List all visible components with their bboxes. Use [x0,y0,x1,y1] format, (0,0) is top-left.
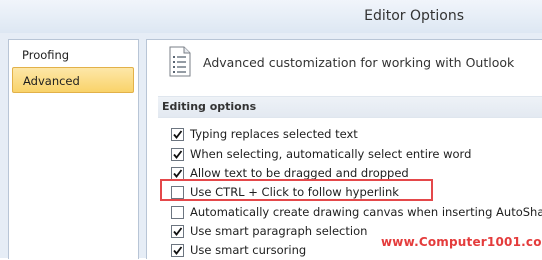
option-label: Automatically create drawing canvas when… [190,205,542,219]
window-title: Editor Options [364,8,464,24]
checkbox[interactable] [171,186,184,199]
check-icon [173,169,183,178]
checkbox[interactable] [171,206,184,219]
section-title: Editing options [162,100,257,113]
check-icon [173,227,183,236]
option-label: Use CTRL + Click to follow hyperlink [190,185,399,199]
option-label: When selecting, automatically select ent… [190,147,472,161]
checkbox[interactable] [171,244,184,257]
option-label: Use smart cursoring [190,243,307,257]
nav-item-proofing[interactable]: Proofing [12,42,134,68]
option-label: Use smart paragraph selection [190,224,368,238]
nav-item-advanced[interactable]: Advanced [12,67,134,93]
page-header-text: Advanced customization for working with … [203,55,515,70]
options-nav: Proofing Advanced [8,39,139,259]
checkbox[interactable] [171,148,184,161]
section-header-editing-options: Editing options [158,96,542,118]
options-content: Advanced customization for working with … [146,39,542,259]
checkbox[interactable] [171,167,184,180]
watermark: www.Computer1001.com [381,235,542,249]
checkbox[interactable] [171,225,184,238]
check-icon [173,150,183,159]
check-icon [173,130,183,139]
option-label: Typing replaces selected text [190,127,358,141]
checkbox[interactable] [171,128,184,141]
title-bar: Editor Options [0,0,542,34]
check-icon [173,246,183,255]
option-label: Allow text to be dragged and dropped [190,166,409,180]
document-list-icon [167,46,193,81]
